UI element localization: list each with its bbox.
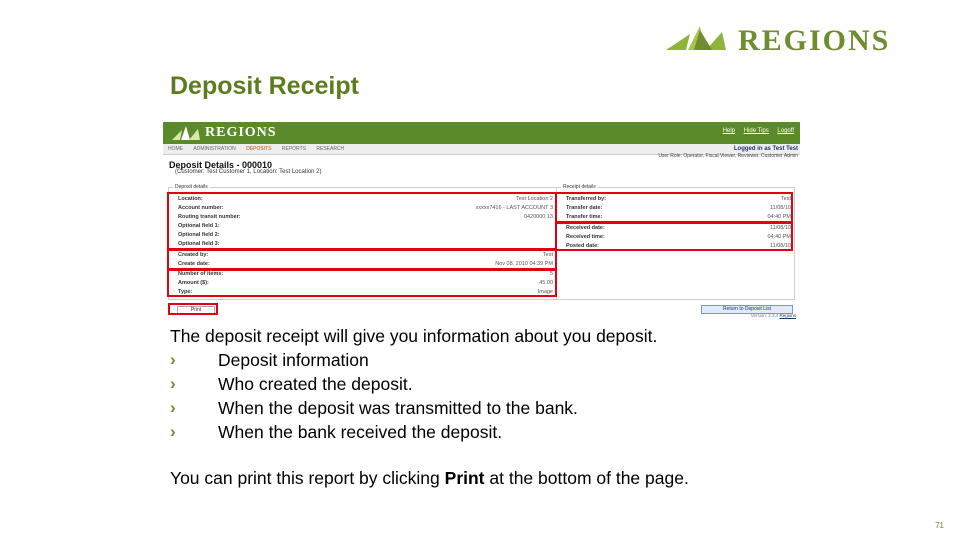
page-number: 71	[935, 521, 944, 530]
deposit-details-title: Deposit details	[173, 184, 210, 190]
deposit-details-screenshot: REGIONS Help Hide Tips Logoff HOME ADMIN…	[163, 122, 800, 318]
slide-body: The deposit receipt will give you inform…	[170, 324, 890, 444]
tab-reports[interactable]: REPORTS	[282, 146, 306, 152]
logoff-link[interactable]: Logoff	[777, 128, 794, 134]
app-logo-text: REGIONS	[205, 125, 277, 140]
app-leaf-icon	[172, 126, 200, 140]
hide-tips-link[interactable]: Hide Tips	[744, 128, 769, 134]
deposit-subheading: (Customer: Test Customer 1, Location: Te…	[175, 169, 322, 175]
bullet-item: › Deposit information	[170, 348, 890, 372]
print-instruction-pre: You can print this report by clicking	[170, 468, 445, 488]
print-instruction-bold: Print	[444, 468, 485, 488]
receipt-details-title: Receipt details	[561, 184, 598, 190]
regions-leaf-icon	[666, 26, 726, 50]
bullet-item: › When the deposit was transmitted to the…	[170, 396, 890, 420]
bullet-item: › Who created the deposit.	[170, 372, 890, 396]
regions-wordmark: REGIONS	[738, 24, 891, 57]
highlight-item-details	[167, 269, 557, 297]
help-link[interactable]: Help	[723, 128, 735, 134]
tab-deposits[interactable]: DEPOSITS	[246, 146, 271, 152]
user-info: Logged in as Test Test User Role: Operat…	[658, 142, 798, 160]
highlight-transfer-details	[555, 192, 793, 223]
chevron-right-icon: ›	[170, 350, 176, 369]
highlight-created-by	[167, 249, 557, 270]
regions-logo: REGIONS	[664, 20, 920, 60]
chevron-right-icon: ›	[170, 422, 176, 441]
highlight-deposit-information	[167, 192, 557, 250]
app-header: REGIONS Help Hide Tips Logoff	[163, 122, 800, 144]
logged-in-text: Logged in as Test Test	[733, 146, 798, 152]
bullet-text: When the bank received the deposit.	[218, 422, 503, 442]
user-role-text: User Role: Operator, Fiscal Viewer, Revi…	[658, 153, 798, 159]
app-top-links: Help Hide Tips Logoff	[716, 128, 794, 134]
bullet-list: › Deposit information › Who created the de…	[170, 348, 890, 444]
print-instruction-post: at the bottom of the page.	[484, 468, 689, 488]
chevron-right-icon: ›	[170, 398, 176, 417]
version-text: Version: 2.3.4	[750, 313, 779, 318]
bullet-item: › When the bank received the deposit.	[170, 420, 890, 444]
version-info: Version: 2.3.4 Regions	[751, 313, 796, 318]
version-link[interactable]: Regions	[779, 313, 796, 318]
bullet-text: Who created the deposit.	[218, 374, 413, 394]
tab-administration[interactable]: ADMINISTRATION	[193, 146, 235, 152]
highlight-received-details	[555, 222, 793, 251]
slide-title: Deposit Receipt	[170, 72, 359, 100]
print-instruction: You can print this report by clicking Pr…	[170, 468, 689, 489]
tab-research[interactable]: RESEARCH	[316, 146, 344, 152]
bullet-text: When the deposit was transmitted to the …	[218, 398, 578, 418]
highlight-print-button	[168, 303, 218, 315]
tab-home[interactable]: HOME	[168, 146, 183, 152]
intro-text: The deposit receipt will give you inform…	[170, 326, 658, 346]
chevron-right-icon: ›	[170, 374, 176, 393]
bullet-text: Deposit information	[218, 350, 369, 370]
